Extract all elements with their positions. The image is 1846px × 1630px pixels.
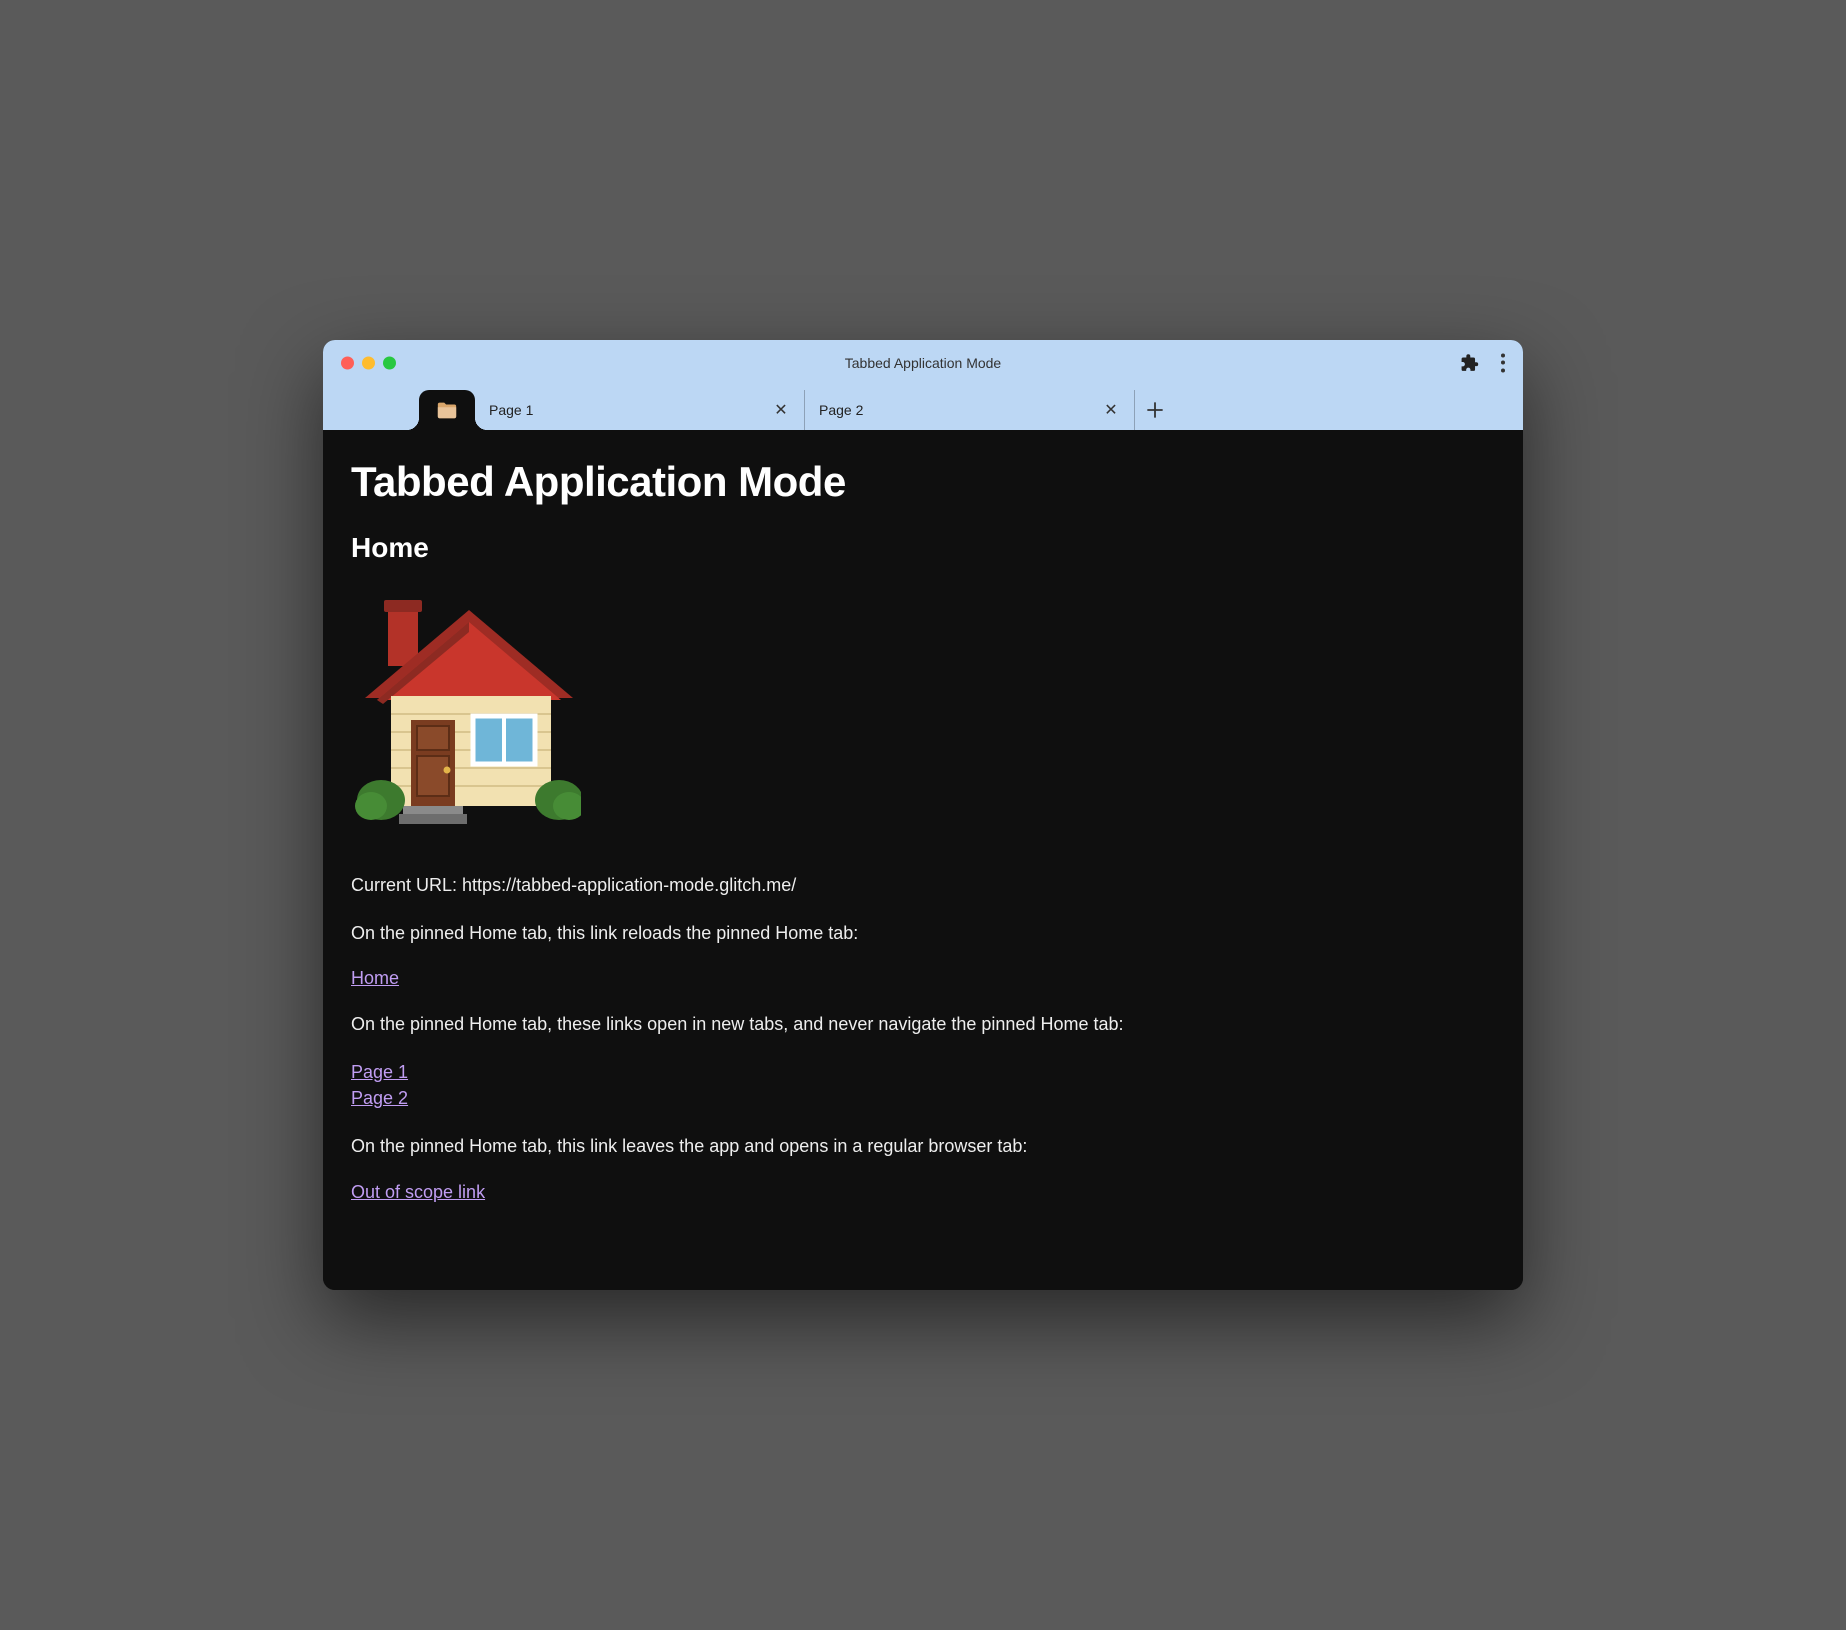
page-content: Tabbed Application Mode Home bbox=[323, 430, 1523, 1290]
pinned-home-tab[interactable] bbox=[419, 390, 475, 430]
tab-page-2[interactable]: Page 2 ✕ bbox=[805, 390, 1135, 430]
traffic-lights bbox=[341, 356, 396, 369]
link-out-of-scope[interactable]: Out of scope link bbox=[351, 1182, 485, 1202]
folder-icon bbox=[436, 400, 458, 420]
extensions-icon[interactable] bbox=[1460, 353, 1479, 372]
link-page-1[interactable]: Page 1 bbox=[351, 1059, 1495, 1085]
tab-label: Page 1 bbox=[489, 402, 772, 418]
link-home[interactable]: Home bbox=[351, 968, 399, 988]
fullscreen-window-button[interactable] bbox=[383, 356, 396, 369]
close-tab-icon[interactable]: ✕ bbox=[772, 401, 790, 419]
house-icon bbox=[351, 588, 1495, 828]
tab-label: Page 2 bbox=[819, 402, 1102, 418]
current-url-line: Current URL: https://tabbed-application-… bbox=[351, 872, 1495, 898]
paragraph-reload: On the pinned Home tab, this link reload… bbox=[351, 920, 1495, 946]
page-title: Tabbed Application Mode bbox=[351, 458, 1495, 506]
minimize-window-button[interactable] bbox=[362, 356, 375, 369]
titlebar: Tabbed Application Mode bbox=[323, 340, 1523, 430]
link-page-2[interactable]: Page 2 bbox=[351, 1085, 1495, 1111]
tabbar: Page 1 ✕ Page 2 ✕ bbox=[323, 385, 1523, 430]
close-window-button[interactable] bbox=[341, 356, 354, 369]
app-window: Tabbed Application Mode bbox=[323, 340, 1523, 1290]
paragraph-outscope: On the pinned Home tab, this link leaves… bbox=[351, 1133, 1495, 1159]
current-url-label: Current URL: bbox=[351, 875, 462, 895]
current-url-value: https://tabbed-application-mode.glitch.m… bbox=[462, 875, 796, 895]
kebab-menu-icon[interactable] bbox=[1497, 349, 1509, 376]
plus-icon bbox=[1146, 401, 1164, 419]
window-title: Tabbed Application Mode bbox=[323, 355, 1523, 371]
titlebar-top: Tabbed Application Mode bbox=[323, 340, 1523, 385]
paragraph-newtab: On the pinned Home tab, these links open… bbox=[351, 1011, 1495, 1037]
page-subtitle: Home bbox=[351, 532, 1495, 564]
new-tab-button[interactable] bbox=[1135, 390, 1175, 430]
tab-page-1[interactable]: Page 1 ✕ bbox=[475, 390, 805, 430]
close-tab-icon[interactable]: ✕ bbox=[1102, 401, 1120, 419]
titlebar-actions bbox=[1460, 349, 1509, 376]
